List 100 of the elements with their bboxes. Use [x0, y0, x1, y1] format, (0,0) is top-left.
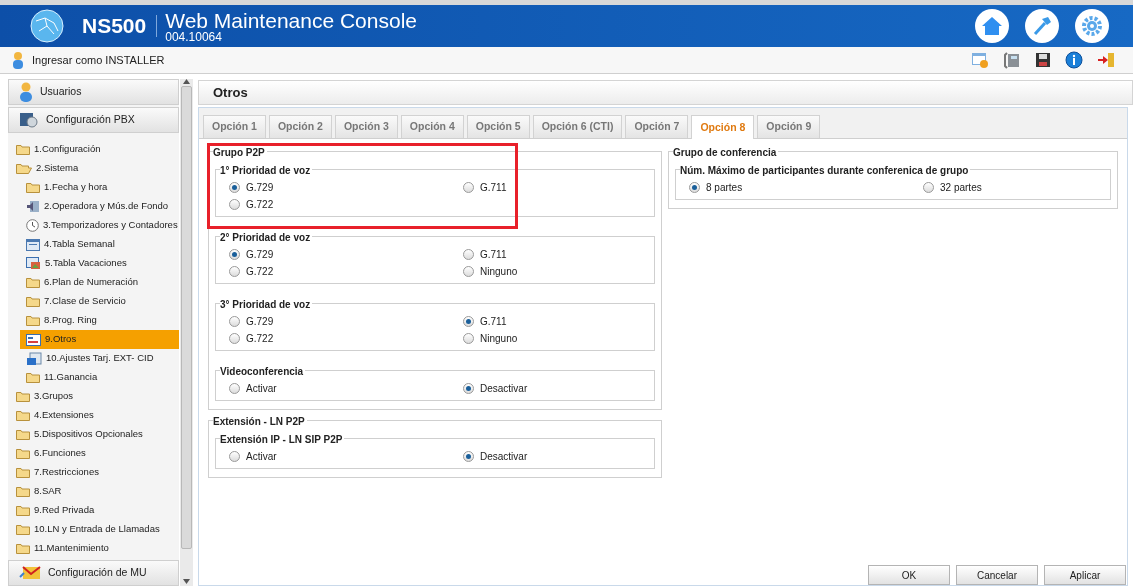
tree-item[interactable]: 7.Restricciones [8, 463, 180, 482]
radio-button[interactable] [923, 182, 934, 193]
option-group-title: Núm. Máximo de participantes durante conferenica de grupo [680, 163, 971, 178]
radio-label: G.729 [246, 248, 274, 262]
tree-item[interactable]: 9.Red Privada [8, 501, 180, 520]
tree-item[interactable]: 3.Temporizadores y Contadores [20, 216, 180, 235]
tree-item[interactable]: 11.Mantenimiento [8, 539, 180, 558]
scroll-thumb[interactable] [181, 86, 193, 549]
tree-item[interactable]: 1.Fecha y hora [20, 178, 180, 197]
action-button[interactable]: OK [868, 565, 950, 585]
tree-item[interactable]: 6.Plan de Numeración [20, 273, 180, 292]
info-icon[interactable] [1065, 51, 1083, 69]
radio-button[interactable] [463, 333, 474, 344]
tree-item[interactable]: 9.Otros [20, 330, 180, 349]
radio-button[interactable] [229, 451, 240, 462]
action-button[interactable]: Aplicar [1044, 565, 1126, 585]
radio-label: G.711 [480, 315, 507, 329]
folder-icon [26, 296, 40, 307]
tree-item[interactable]: 1.Configuración [8, 140, 180, 159]
radio-label: G.729 [246, 315, 274, 329]
tab[interactable]: Opción 3 [334, 115, 398, 138]
radio-button[interactable] [229, 383, 240, 394]
save-icon[interactable] [1035, 52, 1051, 68]
scrollbar[interactable] [180, 79, 193, 586]
calendar-alert-icon[interactable] [971, 51, 989, 69]
radio-button[interactable] [229, 266, 240, 277]
tree-item[interactable]: 5.Tabla Vacaciones [20, 254, 180, 273]
logout-icon[interactable] [1097, 51, 1115, 69]
radio-button[interactable] [229, 316, 240, 327]
page-title: Otros [213, 83, 248, 102]
open-folder-icon [16, 163, 32, 174]
folder-icon [26, 277, 40, 288]
tab[interactable]: Opción 9 [757, 115, 821, 138]
tab[interactable]: Opción 4 [400, 115, 464, 138]
folder-icon [26, 182, 40, 193]
gear-icon [19, 111, 39, 129]
action-button[interactable]: Cancelar [956, 565, 1038, 585]
tree-item[interactable]: 10.Ajustes Tarj. EXT- CID [20, 349, 180, 368]
radio-label: G.722 [246, 198, 274, 212]
tree-item[interactable]: 3.Grupos [8, 387, 180, 406]
radio-button[interactable] [229, 333, 240, 344]
tab[interactable]: Opción 1 [203, 115, 266, 138]
radio-button[interactable] [463, 451, 474, 462]
folder-icon [26, 372, 40, 383]
folder-icon [26, 315, 40, 326]
scroll-up-icon[interactable] [183, 79, 191, 84]
sidebar-section[interactable]: Usuarios [8, 79, 180, 105]
home-button[interactable] [975, 9, 1009, 43]
sidebar-section[interactable]: Configuración de MU [8, 560, 180, 586]
radio-button[interactable] [689, 182, 700, 193]
radio-button[interactable] [463, 182, 474, 193]
hammer-icon [1032, 16, 1052, 36]
tree-item[interactable]: 2.Operadora y Mús.de Fondo [20, 197, 180, 216]
radio-label: 8 partes [706, 181, 743, 195]
radio-label: Desactivar [480, 382, 528, 396]
sidebar-section[interactable]: Configuración PBX [8, 107, 180, 133]
image-window-icon [26, 257, 41, 270]
tree-item[interactable]: 10.LN y Entrada de Llamadas [8, 520, 180, 539]
folder-icon [16, 429, 30, 440]
card-icon [26, 351, 42, 366]
radio-button[interactable] [463, 316, 474, 327]
user-icon [19, 82, 33, 102]
folder-icon [16, 543, 30, 554]
tree-item[interactable]: 2.Sistema [8, 159, 180, 178]
radio-label: G.711 [480, 248, 507, 262]
folder-icon [16, 505, 30, 516]
tree-item[interactable]: 7.Clase de Servicio [20, 292, 180, 311]
tree-item[interactable]: 8.Prog. Ring [20, 311, 180, 330]
login-label: Ingresar como INSTALLER [32, 52, 165, 68]
envelope-icon [19, 565, 41, 581]
radio-button[interactable] [229, 249, 240, 260]
scroll-down-icon[interactable] [183, 579, 191, 584]
phone-icon[interactable] [1003, 51, 1021, 69]
globe-icon [30, 9, 64, 43]
radio-button[interactable] [229, 182, 240, 193]
folder-icon [16, 448, 30, 459]
tab[interactable]: Opción 5 [466, 115, 530, 138]
tree-item[interactable]: 4.Extensiones [8, 406, 180, 425]
radio-label: 32 partes [940, 181, 982, 195]
settings-icon [1081, 15, 1103, 37]
tree-item[interactable]: 8.SAR [8, 482, 180, 501]
tree-item[interactable]: 5.Dispositivos Opcionales [8, 425, 180, 444]
tree-item[interactable]: 11.Ganancia [20, 368, 180, 387]
tab[interactable]: Opción 2 [268, 115, 332, 138]
folder-icon [16, 467, 30, 478]
tree-item[interactable]: 4.Tabla Semanal [20, 235, 180, 254]
radio-button[interactable] [463, 266, 474, 277]
folder-icon [16, 144, 30, 155]
settings-button[interactable] [1075, 9, 1109, 43]
tools-button[interactable] [1025, 9, 1059, 43]
clock-icon [26, 219, 39, 232]
version-label: 004.10064 [165, 30, 223, 43]
tab[interactable]: Opción 6 (CTI) [532, 115, 623, 138]
radio-button[interactable] [229, 199, 240, 210]
radio-button[interactable] [463, 383, 474, 394]
radio-button[interactable] [463, 249, 474, 260]
app-title: Web Maintenance Console [165, 9, 417, 31]
radio-label: Ninguno [480, 332, 518, 346]
tab[interactable]: Opción 7 [625, 115, 689, 138]
tree-item[interactable]: 6.Funciones [8, 444, 180, 463]
